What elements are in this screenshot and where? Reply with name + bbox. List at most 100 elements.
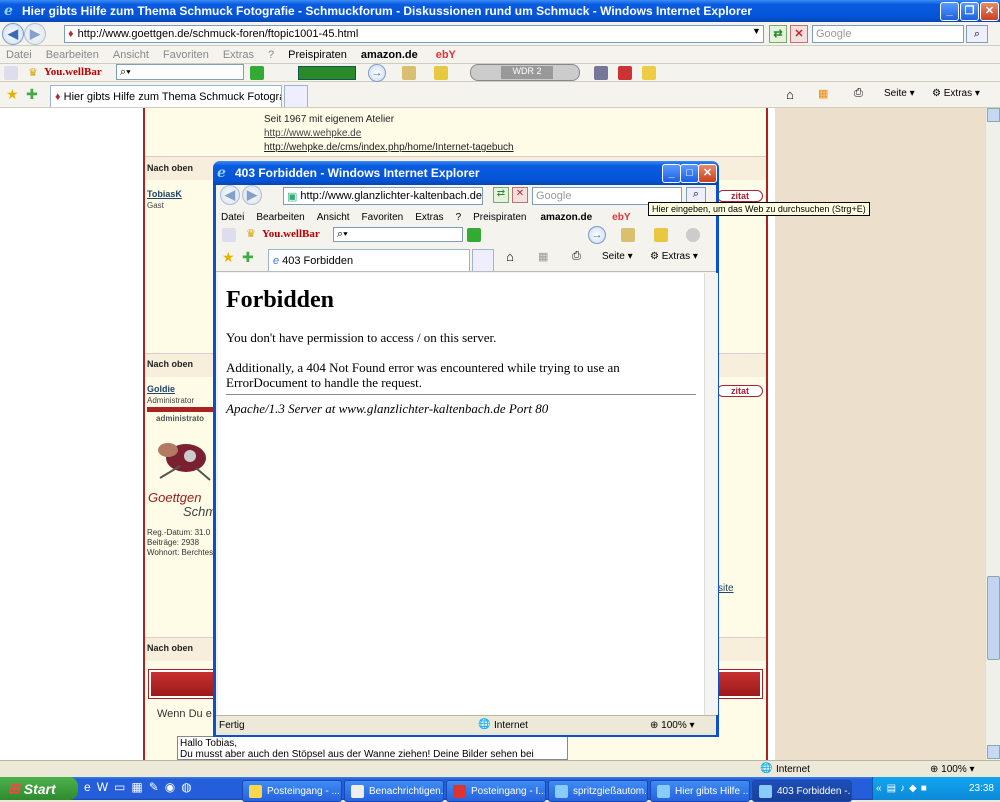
search-icon[interactable]: ⌕ [966,25,988,43]
lock-icon[interactable] [402,66,416,80]
popup-add-favorite-icon[interactable]: ✚ [242,249,254,266]
scroll-down-button[interactable] [987,745,1000,759]
popup-pencil-icon[interactable] [654,228,668,242]
menu-help[interactable]: ? [268,49,274,61]
youwell-label[interactable]: You.wellBar [44,66,102,78]
ql-firefox-icon[interactable]: ◍ [181,780,191,798]
popup-menu-preispiraten[interactable]: Preispiraten [473,212,526,226]
stop-icon[interactable]: ✕ [790,25,808,43]
address-dropdown-icon[interactable]: ▼ [752,26,761,36]
nav-circle-icon[interactable]: → [368,64,386,82]
popup-extras-menu[interactable]: ⚙ Extras ▾ [650,251,698,262]
main-tab[interactable]: ♦ Hier gibts Hilfe zum Thema Schmuck Fot… [50,85,282,107]
tray-network-icon[interactable]: ▤ [887,783,896,794]
radio-player[interactable]: WDR 2 [470,64,580,81]
pencil-icon[interactable] [434,66,448,80]
popup-print-icon[interactable]: ⎙ [572,250,581,263]
amazon-button[interactable]: amazon.de [361,49,418,61]
task-posteingang-1[interactable]: Posteingang - ... [242,780,342,802]
tray-volume-icon[interactable]: ♪ [900,783,905,794]
ebay-button[interactable]: ebY [436,49,456,61]
add-favorite-icon[interactable]: ✚ [26,86,38,103]
popup-tab[interactable]: e 403 Forbidden [268,249,470,271]
popup-menu-help[interactable]: ? [456,212,462,226]
popup-lock-icon[interactable] [621,228,635,242]
popup-forward-button[interactable]: ▶ [242,185,262,205]
maximize-button[interactable]: ❐ [960,2,979,21]
new-tab-button[interactable] [284,85,308,107]
page-menu[interactable]: Seite ▾ [884,88,915,99]
popup-ebay-button[interactable]: ebY [612,212,630,226]
ql-desktop-icon[interactable]: ▭ [114,780,125,798]
toolbar-options-icon[interactable] [4,66,18,80]
task-403-forbidden[interactable]: 403 Forbidden -... [752,780,852,802]
link-tagebuch[interactable]: http://wehpke.de/cms/index.php/home/Inte… [264,142,514,153]
print-icon[interactable]: ⎙ [854,87,863,100]
scroll-thumb[interactable] [987,576,1000,660]
popup-scrollbar[interactable] [704,273,718,715]
tray-app-icon[interactable]: ■ [921,783,927,794]
popup-page-menu[interactable]: Seite ▾ [602,251,633,262]
forward-button[interactable]: ▶ [24,23,46,45]
main-title-bar[interactable]: e Hier gibts Hilfe zum Thema Schmuck Fot… [0,0,1000,22]
popup-radio-icon[interactable] [686,228,700,242]
popup-nav-circle-icon[interactable]: → [588,226,606,244]
favorites-star-icon[interactable]: ★ [6,86,19,103]
menu-extras[interactable]: Extras [223,49,254,61]
minimize-button[interactable]: _ [940,2,959,21]
ql-word-icon[interactable]: W [97,780,108,798]
go-arrow-icon[interactable] [250,66,264,80]
popup-stop-icon[interactable]: ✕ [512,187,528,203]
link-wehpke[interactable]: http://www.wehpke.de [264,128,361,139]
popup-toolbar-options-icon[interactable] [222,228,236,242]
scroll-up-button[interactable] [987,108,1000,122]
feeds-icon[interactable]: ▦ [818,87,828,100]
website-link[interactable]: site [718,583,734,594]
task-benachrichtigen[interactable]: Benachrichtigen... [344,780,444,802]
user-tobiask[interactable]: TobiasK [147,189,182,199]
menu-datei[interactable]: Datei [6,49,32,61]
popup-home-icon[interactable]: ⌂ [506,249,514,264]
task-spritzgiess[interactable]: spritzgießautom... [548,780,648,802]
popup-new-tab-button[interactable] [472,249,494,271]
nach-oben-link-3[interactable]: Nach oben [147,643,193,653]
refresh-icon[interactable]: ⇄ [769,25,787,43]
popup-close-button[interactable]: ✕ [698,164,717,183]
popup-back-button[interactable]: ◀ [220,185,240,205]
popup-refresh-icon[interactable]: ⇄ [493,187,509,203]
menu-favoriten[interactable]: Favoriten [163,49,209,61]
popup-menu-extras[interactable]: Extras [415,212,443,226]
home-icon[interactable]: ⌂ [786,87,794,102]
popup-address-field[interactable]: ▣ http://www.glanzlichter-kaltenbach.de/ [283,187,483,205]
back-button[interactable]: ◀ [2,23,24,45]
settings-icon[interactable] [594,66,608,80]
popup-favorites-star-icon[interactable]: ★ [222,249,235,266]
popup-menu-datei[interactable]: Datei [221,212,244,226]
menu-preispiraten[interactable]: Preispiraten [288,49,347,61]
search-input[interactable]: Google [812,25,964,43]
popup-feeds-icon[interactable]: ▦ [538,250,548,263]
ql-media-icon[interactable]: ◉ [165,780,175,798]
nach-oben-link-2[interactable]: Nach oben [147,359,193,369]
popup-zoom[interactable]: ⊕ 100% ▾ [650,720,695,731]
popup-blocker-icon[interactable] [618,66,632,80]
popup-menu-bearbeiten[interactable]: Bearbeiten [256,212,304,226]
popup-title-bar[interactable]: e 403 Forbidden - Windows Internet Explo… [213,161,719,185]
user-goldie[interactable]: Goldie [147,384,175,394]
nach-oben-link-1[interactable]: Nach oben [147,163,193,173]
tray-security-icon[interactable]: ◆ [909,783,917,794]
task-posteingang-2[interactable]: Posteingang - I... [446,780,546,802]
weather-icon[interactable] [642,66,656,80]
popup-youwell-search[interactable]: ⌕▾ [333,227,463,242]
start-button[interactable]: ⊞ Start [0,777,78,800]
close-button[interactable]: ✕ [980,2,999,21]
address-field[interactable]: ♦ http://www.goettgen.de/schmuck-foren/f… [64,25,764,43]
ql-pen-icon[interactable]: ✎ [149,780,159,798]
popup-go-arrow-icon[interactable] [467,228,481,242]
menu-ansicht[interactable]: Ansicht [113,49,149,61]
zitat-button-1[interactable]: zitat [717,190,763,202]
main-scrollbar[interactable] [985,108,1000,760]
menu-bearbeiten[interactable]: Bearbeiten [46,49,99,61]
youwell-search-input[interactable]: ⌕▾ [116,64,244,80]
popup-menu-favoriten[interactable]: Favoriten [362,212,404,226]
